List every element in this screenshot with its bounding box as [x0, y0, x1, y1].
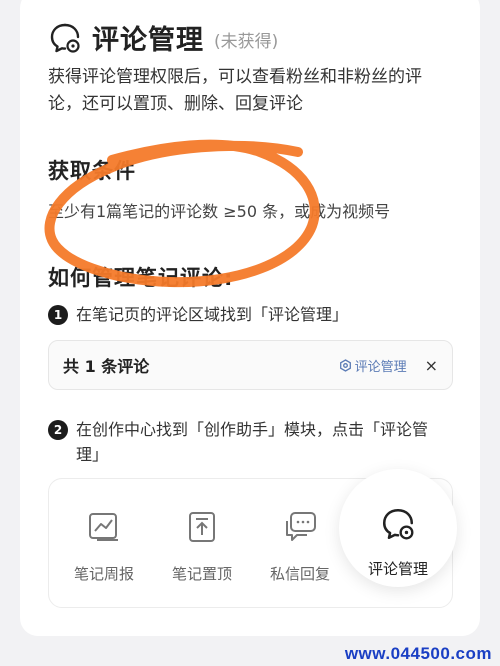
tool-label: 私信回复 — [269, 565, 330, 583]
page-header: 评论管理 (未获得) — [48, 18, 278, 57]
comment-bar-example: 共 1 条评论 评论管理 × — [48, 340, 453, 390]
watermark-text: www.044500.com — [344, 644, 492, 663]
tool-label: 笔记周报 — [73, 565, 134, 583]
step-text: 在笔记页的评论区域找到「评论管理」 — [76, 305, 349, 324]
conditions-title: 获取条件 — [48, 159, 136, 183]
tool-pin-top[interactable]: 笔记置顶 — [157, 509, 247, 584]
how-to-title: 如何管理笔记评论: — [48, 266, 234, 290]
step-number: 1 — [48, 305, 68, 325]
step-1: 1 在笔记页的评论区域找到「评论管理」 — [48, 302, 448, 327]
step-2: 2 在创作中心找到「创作助手」模块，点击「评论管理」 — [48, 417, 448, 467]
conditions-text: 至少有1篇笔记的评论数 ≥50 条，或成为视频号 — [48, 202, 391, 221]
comment-management-link-label: 评论管理 — [354, 359, 407, 375]
status-badge: (未获得) — [214, 32, 279, 52]
weekly-report-icon — [89, 513, 118, 541]
comment-management-icon — [382, 508, 414, 540]
step-text: 在创作中心找到「创作助手」模块，点击「评论管理」 — [76, 420, 429, 464]
page-title: 评论管理 — [92, 25, 204, 56]
close-icon[interactable]: × — [425, 356, 438, 375]
message-reply-icon — [286, 512, 316, 541]
tool-message-reply[interactable]: 私信回复 — [255, 509, 345, 584]
permission-description: 获得评论管理权限后，可以查看粉丝和非粉丝的评论，还可以置顶、删除、回复评论 — [48, 67, 422, 114]
creator-assistant-tools: 笔记周报 笔记置顶 私信回复 评论管理 — [48, 469, 457, 608]
comment-count: 共 1 条评论 — [63, 357, 150, 376]
pin-top-icon — [189, 512, 215, 542]
step-number: 2 — [48, 420, 68, 440]
comment-management-icon — [50, 23, 80, 53]
comment-management-link[interactable]: 评论管理 — [339, 356, 407, 375]
tool-weekly-report[interactable]: 笔记周报 — [59, 509, 149, 584]
tool-label: 笔记置顶 — [171, 565, 232, 583]
tool-comment-management[interactable]: 评论管理 — [339, 469, 457, 587]
settings-icon — [339, 358, 351, 372]
tool-label: 评论管理 — [367, 560, 428, 578]
